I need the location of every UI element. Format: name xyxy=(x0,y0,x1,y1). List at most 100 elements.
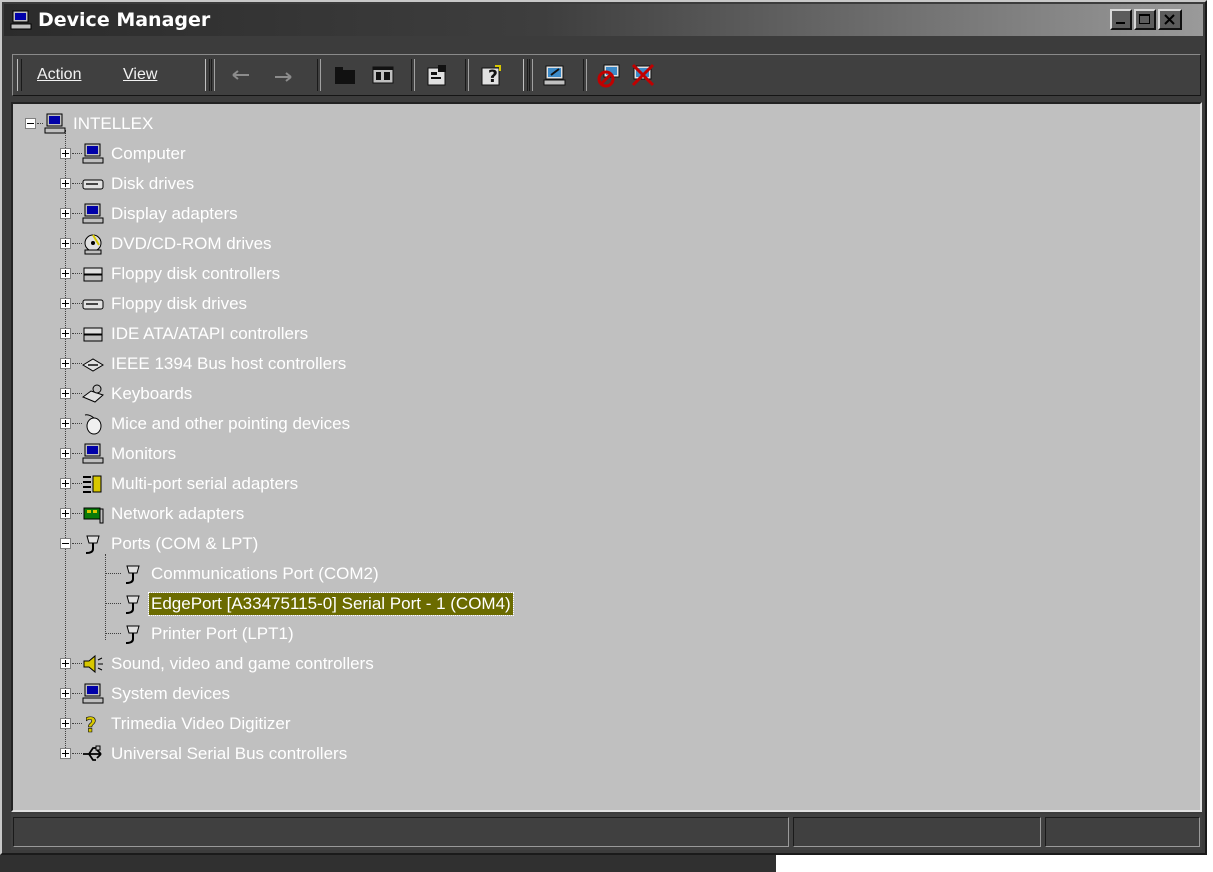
action-menu[interactable]: Action xyxy=(37,55,81,95)
toolbar-separator xyxy=(317,59,321,91)
computer-icon xyxy=(81,143,105,165)
expand-toggle[interactable] xyxy=(60,718,71,729)
device-category-item[interactable]: Sound, video and game controllers xyxy=(13,650,613,678)
expand-toggle[interactable] xyxy=(60,358,71,369)
expand-toggle[interactable] xyxy=(60,688,71,699)
uninstall-device-icon[interactable] xyxy=(629,61,657,89)
expand-toggle[interactable] xyxy=(60,418,71,429)
expand-toggle[interactable] xyxy=(60,298,71,309)
device-item-label: Printer Port (LPT1) xyxy=(151,624,294,643)
expand-toggle[interactable] xyxy=(60,208,71,219)
expand-toggle[interactable] xyxy=(60,508,71,519)
tree-root[interactable]: INTELLEX xyxy=(13,110,413,138)
device-item[interactable]: Printer Port (LPT1) xyxy=(13,620,713,648)
device-category-item[interactable]: System devices xyxy=(13,680,613,708)
device-category-item[interactable]: Keyboards xyxy=(13,380,613,408)
back-arrow-icon[interactable] xyxy=(227,61,255,89)
disable-device-icon[interactable] xyxy=(595,61,623,89)
expand-toggle[interactable] xyxy=(60,448,71,459)
show-hide-tree-icon[interactable] xyxy=(369,61,397,89)
status-bar xyxy=(11,814,1202,850)
device-category-item[interactable]: Ports (COM & LPT) xyxy=(13,530,613,558)
up-folder-icon[interactable] xyxy=(331,61,359,89)
device-category-label: Network adapters xyxy=(111,504,245,523)
device-category-label: Disk drives xyxy=(111,174,195,193)
device-category-item[interactable]: IEEE 1394 Bus host controllers xyxy=(13,350,613,378)
device-category-label: Universal Serial Bus controllers xyxy=(111,744,348,763)
network-adapter-icon xyxy=(81,503,105,525)
device-category-item[interactable]: Floppy disk controllers xyxy=(13,260,613,288)
properties-icon[interactable] xyxy=(423,61,451,89)
display-adapter-icon xyxy=(81,203,105,225)
unknown-device-icon: ? xyxy=(81,713,105,735)
device-category-label: Sound, video and game controllers xyxy=(111,654,374,673)
toolbar-grip[interactable] xyxy=(523,59,528,91)
collapse-toggle[interactable] xyxy=(25,118,36,129)
toolbar-separator xyxy=(583,59,587,91)
view-menu[interactable]: View xyxy=(123,55,157,95)
device-category-item[interactable]: ? Trimedia Video Digitizer xyxy=(13,710,613,738)
device-category-item[interactable]: Disk drives xyxy=(13,170,613,198)
port-icon xyxy=(81,533,105,555)
device-category-label: Display adapters xyxy=(111,204,238,223)
device-category-label: Mice and other pointing devices xyxy=(111,414,351,433)
device-category-item[interactable]: Network adapters xyxy=(13,500,613,528)
dvd-drive-icon xyxy=(81,233,105,255)
device-category-item[interactable]: Monitors xyxy=(13,440,613,468)
expand-toggle[interactable] xyxy=(60,658,71,669)
device-category-label: DVD/CD-ROM drives xyxy=(111,234,272,253)
device-category-label: Monitors xyxy=(111,444,177,463)
device-tree[interactable]: INTELLEX Computer Disk drives Display adap… xyxy=(11,102,1202,812)
tree-root-label: INTELLEX xyxy=(73,114,154,133)
device-category-label: Multi-port serial adapters xyxy=(111,474,299,493)
mouse-icon xyxy=(81,413,105,435)
svg-text:?: ? xyxy=(85,713,97,735)
maximize-icon xyxy=(1139,14,1150,24)
title-bar[interactable]: Device Manager xyxy=(4,4,1203,36)
selected-device-item[interactable]: EdgePort [A33475115-0] Serial Port - 1 (… xyxy=(13,590,713,618)
device-category-item[interactable]: Mice and other pointing devices xyxy=(13,410,613,438)
floppy-drive-icon xyxy=(81,293,105,315)
device-category-item[interactable]: Computer xyxy=(13,140,613,168)
device-category-item[interactable]: Floppy disk drives xyxy=(13,290,613,318)
sound-icon xyxy=(81,653,105,675)
device-category-label: Floppy disk controllers xyxy=(111,264,281,283)
scan-hardware-icon[interactable] xyxy=(541,61,569,89)
device-category-item[interactable]: Display adapters xyxy=(13,200,613,228)
device-category-item[interactable]: Multi-port serial adapters xyxy=(13,470,613,498)
port-icon xyxy=(121,563,145,585)
expand-toggle[interactable] xyxy=(60,178,71,189)
device-category-item[interactable]: Universal Serial Bus controllers xyxy=(13,740,613,768)
device-category-label: Computer xyxy=(111,144,186,163)
expand-toggle[interactable] xyxy=(60,388,71,399)
device-category-label: Ports (COM & LPT) xyxy=(111,534,259,553)
view-menu-label: View xyxy=(123,66,158,83)
help-icon[interactable]: ? xyxy=(477,61,505,89)
tree-connector xyxy=(105,633,121,634)
device-category-label: System devices xyxy=(111,684,231,703)
toolbar-grip[interactable] xyxy=(17,59,22,91)
expand-toggle[interactable] xyxy=(60,148,71,159)
usb-icon xyxy=(81,743,105,765)
toolbar-separator xyxy=(465,59,469,91)
close-button[interactable] xyxy=(1158,9,1182,30)
expand-toggle[interactable] xyxy=(60,268,71,279)
device-item[interactable]: Communications Port (COM2) xyxy=(13,560,713,588)
device-category-item[interactable]: IDE ATA/ATAPI controllers xyxy=(13,320,613,348)
system-device-icon xyxy=(81,683,105,705)
device-category-item[interactable]: DVD/CD-ROM drives xyxy=(13,230,613,258)
maximize-button[interactable] xyxy=(1134,9,1156,30)
toolbar-separator xyxy=(529,59,533,91)
serial-adapter-icon xyxy=(81,473,105,495)
expand-toggle[interactable] xyxy=(60,238,71,249)
expand-toggle[interactable] xyxy=(60,478,71,489)
minimize-icon xyxy=(1116,22,1125,24)
forward-arrow-icon[interactable] xyxy=(269,61,297,89)
expand-toggle[interactable] xyxy=(60,328,71,339)
expand-toggle[interactable] xyxy=(60,748,71,759)
toolbar-grip[interactable] xyxy=(205,59,210,91)
collapse-toggle[interactable] xyxy=(60,538,71,549)
device-category-label: Floppy disk drives xyxy=(111,294,248,313)
status-panel xyxy=(1045,817,1200,847)
minimize-button[interactable] xyxy=(1110,9,1132,30)
